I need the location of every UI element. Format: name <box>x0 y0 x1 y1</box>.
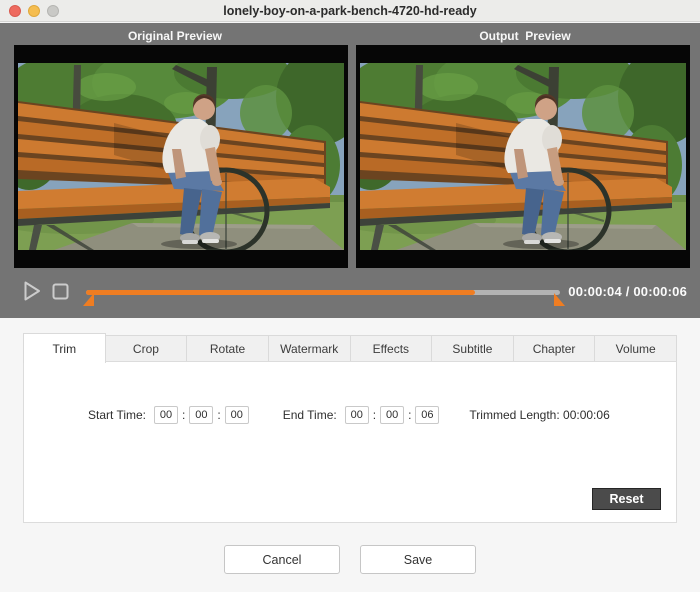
colon-separator: : <box>217 408 220 422</box>
end-time-hours-input[interactable] <box>345 406 369 424</box>
tab-volume[interactable]: Volume <box>594 335 677 362</box>
end-time-seconds-input[interactable] <box>415 406 439 424</box>
original-preview-video <box>14 45 348 268</box>
colon-separator: : <box>182 408 185 422</box>
trimmed-length-label: Trimmed Length: <box>469 408 559 422</box>
video-frame <box>14 45 348 268</box>
trim-end-handle-icon <box>553 293 565 306</box>
zoom-button <box>47 5 59 17</box>
tab-rotate[interactable]: Rotate <box>186 335 269 362</box>
start-time-seconds-input[interactable] <box>225 406 249 424</box>
video-frame <box>356 45 690 268</box>
play-icon <box>24 281 41 301</box>
title-bar: lonely-boy-on-a-park-bench-4720-hd-ready <box>0 0 700 22</box>
tab-trim[interactable]: Trim <box>23 333 106 363</box>
reset-button[interactable]: Reset <box>592 488 661 510</box>
output-preview-label: Output Preview <box>350 23 700 45</box>
stop-icon <box>52 283 69 300</box>
playback-controls: 00:00:04 / 00:00:06 <box>0 268 700 318</box>
time-display: 00:00:04 / 00:00:06 <box>568 284 687 299</box>
start-time-label: Start Time: <box>88 408 146 422</box>
tab-bar: Trim Crop Rotate Watermark Effects Subti… <box>0 332 700 362</box>
traffic-lights <box>9 5 59 17</box>
end-time-minutes-input[interactable] <box>380 406 404 424</box>
save-button[interactable]: Save <box>360 545 476 574</box>
trim-start-handle-icon <box>83 293 95 306</box>
play-button[interactable] <box>24 281 41 304</box>
stop-button[interactable] <box>52 283 69 303</box>
start-time-hours-input[interactable] <box>154 406 178 424</box>
action-bar: Cancel Save <box>0 545 700 574</box>
cancel-button[interactable]: Cancel <box>224 545 340 574</box>
player-section: Original Preview Output Preview <box>0 23 700 318</box>
trimmed-length-value: 00:00:06 <box>563 408 610 422</box>
colon-separator: : <box>408 408 411 422</box>
trim-end-handle[interactable] <box>553 293 565 306</box>
seek-slider[interactable] <box>86 290 560 295</box>
window-title: lonely-boy-on-a-park-bench-4720-hd-ready <box>223 4 477 18</box>
close-button[interactable] <box>9 5 21 17</box>
minimize-button[interactable] <box>28 5 40 17</box>
tab-watermark[interactable]: Watermark <box>268 335 351 362</box>
original-preview-label: Original Preview <box>0 23 350 45</box>
start-time-minutes-input[interactable] <box>189 406 213 424</box>
trim-panel: Start Time: : : End Time: : : Trimmed Le… <box>23 361 677 523</box>
tab-chapter[interactable]: Chapter <box>513 335 596 362</box>
tab-crop[interactable]: Crop <box>105 335 188 362</box>
tab-subtitle[interactable]: Subtitle <box>431 335 514 362</box>
output-preview-video <box>356 45 690 268</box>
tab-effects[interactable]: Effects <box>350 335 433 362</box>
colon-separator: : <box>373 408 376 422</box>
trim-start-handle[interactable] <box>83 293 95 306</box>
seek-progress <box>86 290 475 295</box>
end-time-label: End Time: <box>283 408 337 422</box>
